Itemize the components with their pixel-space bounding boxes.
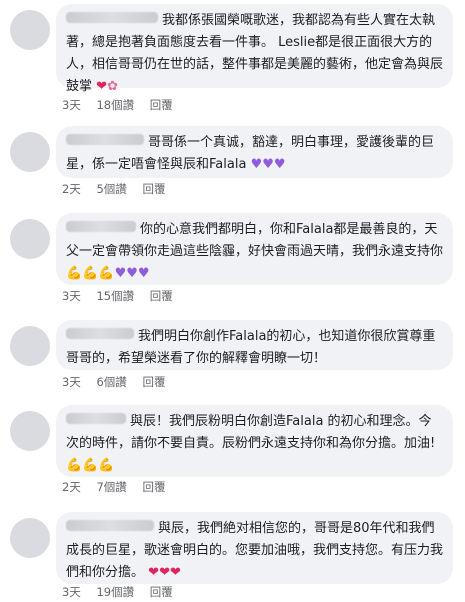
like-count[interactable]: 6個讚 <box>96 375 126 389</box>
comment-meta: 3天 18個讚 回覆 <box>62 97 185 113</box>
commenter-name[interactable] <box>66 12 158 23</box>
heart-icon: ❤ <box>169 565 181 580</box>
avatar[interactable] <box>10 518 50 558</box>
comment-meta: 3天 15個讚 回覆 <box>62 288 185 304</box>
tulip-icon: ✿ <box>107 79 118 94</box>
like-count[interactable]: 18個讚 <box>96 98 134 112</box>
like-count[interactable]: 19個讚 <box>96 585 134 599</box>
comment-time: 3天 <box>62 375 81 389</box>
comment-time: 2天 <box>62 182 81 196</box>
commenter-name[interactable] <box>66 221 136 232</box>
comment-text: 我們明白你創作Falala的初心，也知道你很欣賞尊重哥哥的，希望榮迷看了你的解釋… <box>66 326 443 370</box>
avatar[interactable] <box>10 326 50 366</box>
comment-text: 與辰，我們絶对相信您的，哥哥是80年代和我們成長的巨星，歌迷會明白的。您要加油哦… <box>66 518 443 584</box>
reply-button[interactable]: 回覆 <box>150 98 173 112</box>
comment-emojis: 💪💪💪♥♥♥ <box>66 266 150 281</box>
flexed-biceps-icon: 💪 <box>82 458 99 473</box>
reply-button[interactable]: 回覆 <box>142 375 165 389</box>
comment-emojis: ❤❤❤ <box>148 565 181 580</box>
comment-text: 哥哥係一个真诚，豁達，明白事理，愛護後輩的巨星，係一定唔會怪與辰和Falala … <box>66 132 443 176</box>
avatar[interactable] <box>10 411 50 451</box>
comment-bubble: 哥哥係一个真诚，豁達，明白事理，愛護後輩的巨星，係一定唔會怪與辰和Falala … <box>56 126 453 178</box>
heart-icon: ❤ <box>96 79 108 94</box>
comment-time: 3天 <box>62 98 81 112</box>
purple-heart-icon: ♥ <box>262 157 274 172</box>
comment-bubble: 我們明白你創作Falala的初心，也知道你很欣賞尊重哥哥的，希望榮迷看了你的解釋… <box>56 320 453 370</box>
avatar[interactable] <box>10 219 50 259</box>
reply-button[interactable]: 回覆 <box>150 289 173 303</box>
commenter-name[interactable] <box>66 134 144 145</box>
like-count[interactable]: 7個讚 <box>96 480 126 494</box>
purple-heart-icon: ♥♥♥ <box>114 266 150 281</box>
comment-feed: 我都係張國榮嘅歌迷，我都認為有些人實在太執著，總是抱著負面態度去看一件事。 Le… <box>0 0 465 602</box>
comment-bubble: 我都係張國榮嘅歌迷，我都認為有些人實在太執著，總是抱著負面態度去看一件事。 Le… <box>56 4 453 94</box>
flexed-biceps-icon: 💪 <box>98 266 115 281</box>
comment-bubble: 與辰！我們辰粉明白你創造Falala 的初心和理念。今次的時件，請你不要自責。辰… <box>56 405 453 477</box>
comment-meta: 2天 7個讚 回覆 <box>62 479 177 495</box>
comment-meta: 3天 6個讚 回覆 <box>62 374 177 390</box>
like-count[interactable]: 5個讚 <box>96 182 126 196</box>
commenter-name[interactable] <box>66 413 126 424</box>
comment-meta: 3天 19個讚 回覆 <box>62 584 185 600</box>
comment-text: 我都係張國榮嘅歌迷，我都認為有些人實在太執著，總是抱著負面態度去看一件事。 Le… <box>66 10 443 98</box>
reply-button[interactable]: 回覆 <box>142 480 165 494</box>
comment-emojis: ♥♥♥ <box>251 157 286 172</box>
comment-meta: 2天 5個讚 回覆 <box>62 181 177 197</box>
avatar[interactable] <box>10 10 50 50</box>
purple-heart-icon: ♥ <box>250 157 263 172</box>
flexed-biceps-icon: 💪 <box>98 458 115 473</box>
reply-button[interactable]: 回覆 <box>150 585 173 599</box>
avatar[interactable] <box>10 132 50 172</box>
comment-emojis: ❤✿ <box>96 79 118 94</box>
comment-emojis: 💪💪💪 <box>66 458 115 473</box>
flexed-biceps-icon: 💪 <box>82 266 99 281</box>
purple-heart-icon: ♥ <box>273 157 286 172</box>
comment-time: 2天 <box>62 480 81 494</box>
comment-time: 3天 <box>62 585 81 599</box>
comment-bubble: 你的心意我們都明白，你和Falala都是最善良的，天父一定會帶領你走過這些陰霾，… <box>56 213 453 285</box>
comment-body: 我都係張國榮嘅歌迷，我都認為有些人實在太執著，總是抱著負面態度去看一件事。 Le… <box>66 13 444 94</box>
heart-icon: ❤ <box>159 565 170 580</box>
commenter-name[interactable] <box>66 520 154 531</box>
flexed-biceps-icon: 💪 <box>66 458 83 473</box>
heart-icon: ❤ <box>148 565 160 580</box>
comment-bubble: 與辰，我們絶对相信您的，哥哥是80年代和我們成長的巨星，歌迷會明白的。您要加油哦… <box>56 512 453 584</box>
flexed-biceps-icon: 💪 <box>66 266 83 281</box>
comment-time: 3天 <box>62 289 81 303</box>
comment-text: 與辰！我們辰粉明白你創造Falala 的初心和理念。今次的時件，請你不要自責。辰… <box>66 411 443 477</box>
comment-text: 你的心意我們都明白，你和Falala都是最善良的，天父一定會帶領你走過這些陰霾，… <box>66 219 443 285</box>
like-count[interactable]: 15個讚 <box>96 289 134 303</box>
commenter-name[interactable] <box>66 328 134 339</box>
reply-button[interactable]: 回覆 <box>142 182 165 196</box>
